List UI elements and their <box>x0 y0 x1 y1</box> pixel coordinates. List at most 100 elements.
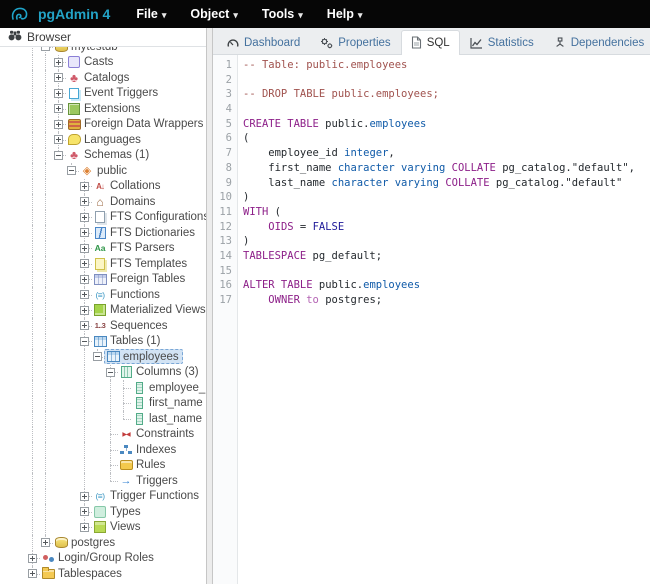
tree-guide-line <box>39 411 52 427</box>
tab-statistics[interactable]: Statistics <box>460 31 544 55</box>
expand-toggle[interactable] <box>80 228 89 237</box>
tab-sql[interactable]: SQL <box>401 30 460 55</box>
menu-tools[interactable]: Tools <box>262 7 303 21</box>
collapse-toggle[interactable] <box>54 151 63 160</box>
expand-toggle[interactable] <box>80 321 89 330</box>
tree-connector <box>78 225 91 241</box>
menu-file[interactable]: File <box>136 7 166 21</box>
expand-toggle[interactable] <box>54 135 63 144</box>
menu-help[interactable]: Help <box>327 7 363 21</box>
tree-item-last-name[interactable]: last_name <box>26 411 206 427</box>
tree-item-functions[interactable]: Functions <box>26 287 206 303</box>
tree-guide-line <box>39 349 52 365</box>
collapse-toggle[interactable] <box>106 368 115 377</box>
expand-toggle[interactable] <box>80 507 89 516</box>
tree-item-body: Functions <box>91 287 164 302</box>
tree-item-extensions[interactable]: Extensions <box>26 101 206 117</box>
menu-object[interactable]: Object <box>190 7 237 21</box>
tree-item-foreign-tables[interactable]: Foreign Tables <box>26 272 206 288</box>
tree-item-schemas-1[interactable]: Schemas (1) <box>26 148 206 164</box>
tab-properties[interactable]: Properties <box>310 31 400 55</box>
tree-item-fts-templates[interactable]: FTS Templates <box>26 256 206 272</box>
expand-toggle[interactable] <box>54 120 63 129</box>
expand-toggle[interactable] <box>80 244 89 253</box>
tree-item-mytestdb[interactable]: mytestdb <box>26 47 206 55</box>
tree-guide-line <box>52 396 65 412</box>
tree-item-constraints[interactable]: Constraints <box>26 427 206 443</box>
expand-toggle[interactable] <box>54 104 63 113</box>
tree-item-tablespaces[interactable]: Tablespaces <box>26 566 206 582</box>
tree-item-employees[interactable]: employees <box>26 349 206 365</box>
tree-connector <box>104 442 117 458</box>
tree-item-employee-id[interactable]: employee_id <box>26 380 206 396</box>
tree-item-views[interactable]: Views <box>26 520 206 536</box>
tree-item-casts[interactable]: Casts <box>26 55 206 71</box>
tree-guide-line <box>39 210 52 226</box>
line-number: 9 <box>213 176 232 191</box>
tree-item-label: Trigger Functions <box>110 490 199 502</box>
tree-guide-line <box>26 303 39 319</box>
tree-item-label: Constraints <box>136 428 194 440</box>
tree-item-columns-3[interactable]: Columns (3) <box>26 365 206 381</box>
expand-toggle[interactable] <box>41 538 50 547</box>
tree-connector <box>117 411 130 427</box>
tree-item-public[interactable]: public <box>26 163 206 179</box>
tree-item-label: Materialized Views <box>110 304 206 316</box>
collapse-toggle[interactable] <box>80 337 89 346</box>
collapse-toggle[interactable] <box>41 47 50 51</box>
tab-dashboard[interactable]: Dashboard <box>217 31 310 55</box>
collapse-toggle[interactable] <box>93 352 102 361</box>
expand-toggle[interactable] <box>80 290 89 299</box>
code-token: COLLATE <box>452 162 496 174</box>
tree-item-triggers[interactable]: Triggers <box>26 473 206 489</box>
tree-item-languages[interactable]: Languages <box>26 132 206 148</box>
tab-label: SQL <box>427 37 450 49</box>
tree-item-fts-parsers[interactable]: FTS Parsers <box>26 241 206 257</box>
tree-guide-line <box>26 334 39 350</box>
tree-item-body: Types <box>91 504 145 519</box>
expand-toggle[interactable] <box>80 306 89 315</box>
tree-item-types[interactable]: Types <box>26 504 206 520</box>
tree-item-fts-dictionaries[interactable]: FTS Dictionaries <box>26 225 206 241</box>
expand-toggle[interactable] <box>80 259 89 268</box>
tree-item-fts-configurations[interactable]: FTS Configurations <box>26 210 206 226</box>
tree-item-first-name[interactable]: first_name <box>26 396 206 412</box>
line-number: 10 <box>213 190 232 205</box>
tree-item-domains[interactable]: Domains <box>26 194 206 210</box>
expand-toggle[interactable] <box>80 197 89 206</box>
expand-toggle[interactable] <box>28 569 37 578</box>
tree-item-materialized-views[interactable]: Materialized Views <box>26 303 206 319</box>
expand-toggle[interactable] <box>54 58 63 67</box>
tree-item-tables-1[interactable]: Tables (1) <box>26 334 206 350</box>
expand-toggle[interactable] <box>28 554 37 563</box>
tree-item-indexes[interactable]: Indexes <box>26 442 206 458</box>
tree-item-catalogs[interactable]: Catalogs <box>26 70 206 86</box>
browser-panel-tab[interactable]: Browser <box>0 28 206 47</box>
tree-guide-line <box>78 396 91 412</box>
tree-item-rules[interactable]: Rules <box>26 458 206 474</box>
tree-item-postgres[interactable]: postgres <box>26 535 206 551</box>
tree-item-event-triggers[interactable]: Event Triggers <box>26 86 206 102</box>
tree-item-trigger-functions[interactable]: Trigger Functions <box>26 489 206 505</box>
expand-toggle[interactable] <box>80 492 89 501</box>
tree-item-login-group-roles[interactable]: Login/Group Roles <box>26 551 206 567</box>
expand-toggle[interactable] <box>80 213 89 222</box>
panel-splitter[interactable] <box>206 28 213 584</box>
tree-item-sequences[interactable]: Sequences <box>26 318 206 334</box>
expand-toggle[interactable] <box>80 182 89 191</box>
tree-item-collations[interactable]: Collations <box>26 179 206 195</box>
expand-toggle[interactable] <box>54 73 63 82</box>
tab-dependencies[interactable]: Dependencies <box>544 31 650 55</box>
code-line: -- Table: public.employees <box>243 58 650 73</box>
tree-guide-line <box>39 365 52 381</box>
tree-item-foreign-data-wrappers[interactable]: Foreign Data Wrappers <box>26 117 206 133</box>
expand-toggle[interactable] <box>54 89 63 98</box>
expand-toggle[interactable] <box>80 523 89 532</box>
tree-guide-line <box>65 334 78 350</box>
sql-editor[interactable]: 1234567891011121314151617 -- Table: publ… <box>213 55 650 584</box>
collapse-toggle[interactable] <box>67 166 76 175</box>
code-line <box>243 264 650 279</box>
tree-guide-line <box>39 427 52 443</box>
tree-item-body: Event Triggers <box>65 86 162 101</box>
expand-toggle[interactable] <box>80 275 89 284</box>
